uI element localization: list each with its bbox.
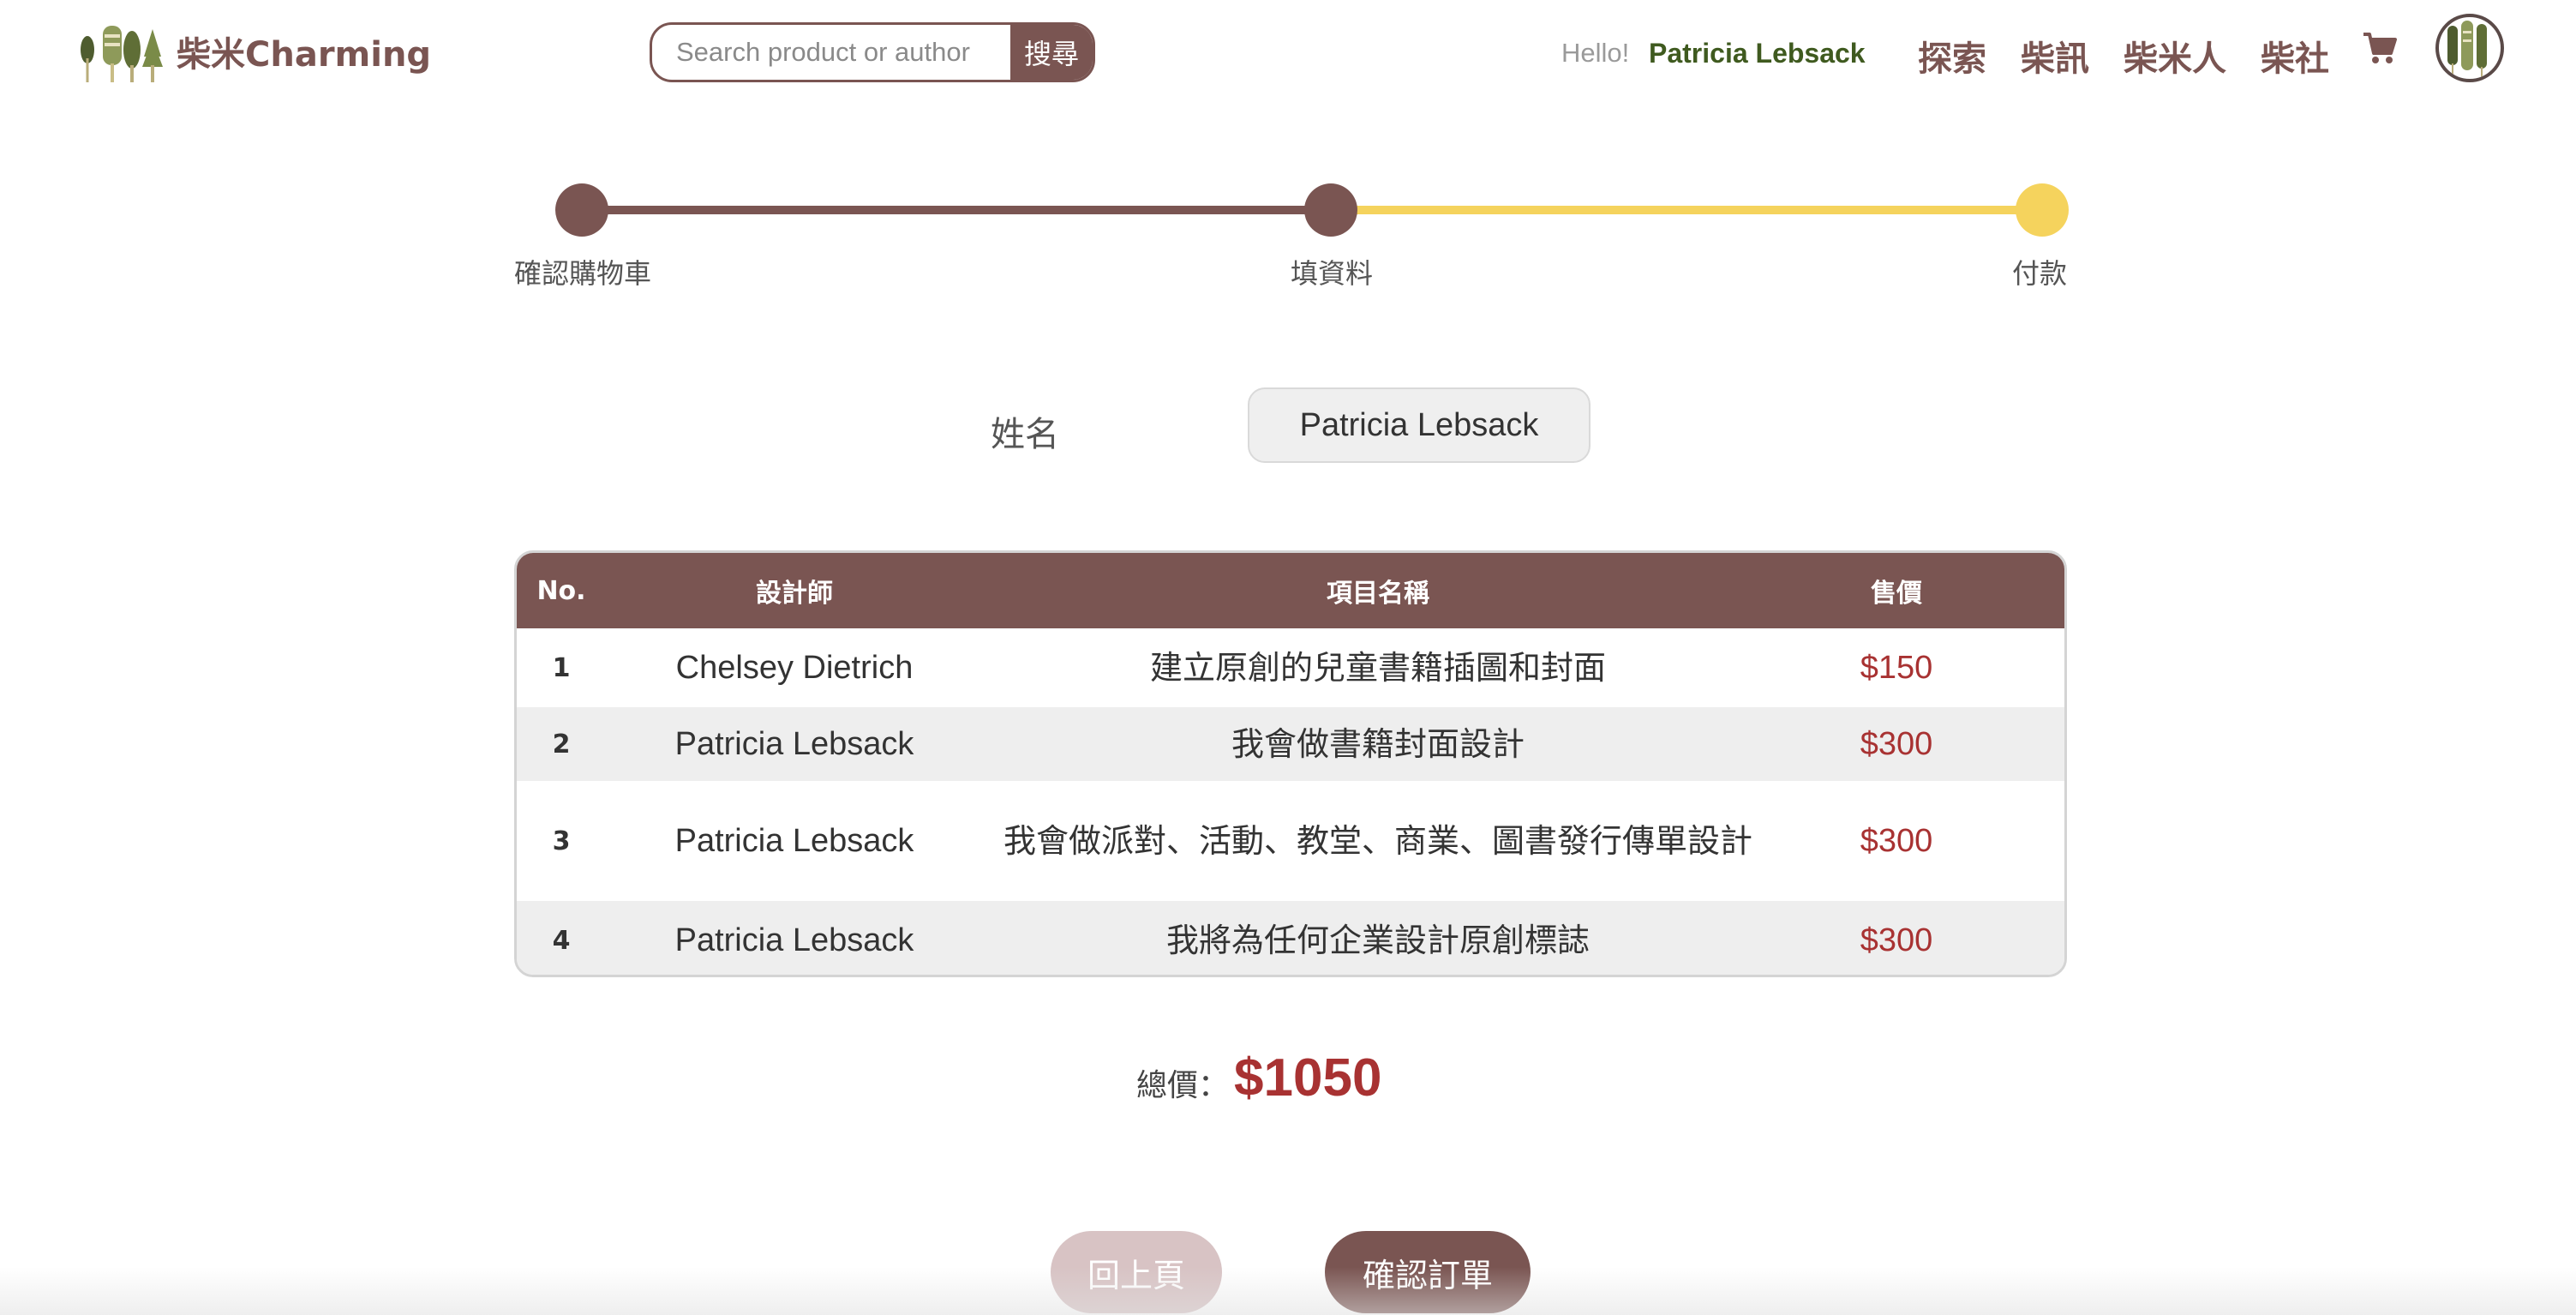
row-price: $300: [1860, 725, 1933, 762]
row-designer: Patricia Lebsack: [674, 822, 914, 859]
row-price: $150: [1860, 649, 1933, 686]
progress-line-complete: [566, 206, 1320, 214]
confirm-order-button[interactable]: 確認訂單: [1325, 1231, 1531, 1313]
row-number: 3: [552, 826, 571, 856]
column-header-price: 售價: [1871, 579, 1922, 609]
row-number: 2: [552, 729, 571, 760]
username-link[interactable]: Patricia Lebsack: [1649, 38, 1866, 69]
column-header-title: 項目名稱: [1327, 579, 1429, 609]
cart-icon[interactable]: [2362, 31, 2398, 65]
table-row: 3 Patricia Lebsack 我會做派對、活動、教堂、商業、圖書發行傳單…: [517, 781, 2064, 901]
checkout-progress: 確認購物車 填資料 付款: [514, 177, 2074, 297]
avatar-icon: [2447, 21, 2487, 77]
table-row: 1 Chelsey Dietrich 建立原創的兒童書籍插圖和封面 $150: [517, 628, 2064, 707]
step-dot-cart: [555, 183, 608, 237]
total-label: 總價：: [1136, 1068, 1230, 1103]
step-label-cart: 確認購物車: [514, 257, 652, 290]
row-designer: Chelsey Dietrich: [675, 649, 914, 686]
search-input[interactable]: [652, 25, 1010, 80]
greeting-text: Hello!: [1561, 38, 1630, 68]
progress-line-pending: [1320, 206, 2065, 214]
nav-news[interactable]: 柴訊: [2021, 31, 2089, 81]
step-label-info: 填資料: [1291, 257, 1374, 290]
row-price: $300: [1860, 922, 1933, 958]
step-dot-payment: [2016, 183, 2069, 237]
row-number: 1: [552, 652, 571, 683]
order-table: No. 設計師 項目名稱 售價 1 Chelsey Dietrich 建立原創的…: [514, 550, 2067, 977]
column-header-designer: 設計師: [756, 579, 833, 609]
search-bar: 搜尋: [650, 22, 1095, 82]
row-title: 我將為任何企業設計原創標誌: [1165, 922, 1590, 959]
order-total: 總價： $1050: [1136, 1048, 1381, 1108]
step-label-payment: 付款: [2012, 257, 2068, 290]
row-number: 4: [552, 925, 571, 956]
table-row: 4 Patricia Lebsack 我將為任何企業設計原創標誌 $300: [517, 901, 2064, 975]
row-title: 建立原創的兒童書籍插圖和封面: [1149, 649, 1606, 687]
top-navbar: 柴米Charming 搜尋 Hello! Patricia Lebsack 探索…: [0, 0, 2576, 103]
brand-logo[interactable]: 柴米Charming: [79, 19, 431, 84]
avatar[interactable]: [2435, 14, 2504, 82]
name-label: 姓名: [991, 415, 1059, 454]
search-button[interactable]: 搜尋: [1010, 25, 1093, 80]
window-bottom-edge: [0, 1267, 2576, 1315]
brand-name: 柴米Charming: [177, 35, 432, 75]
table-header: No. 設計師 項目名稱 售價: [517, 553, 2064, 628]
row-price: $300: [1860, 822, 1933, 859]
row-designer: Patricia Lebsack: [674, 922, 914, 958]
name-field[interactable]: Patricia Lebsack: [1248, 387, 1591, 463]
step-dot-info: [1304, 183, 1357, 237]
nav-people[interactable]: 柴米人: [2124, 31, 2226, 81]
back-button[interactable]: 回上頁: [1051, 1231, 1222, 1313]
nav-explore[interactable]: 探索: [1918, 31, 1986, 81]
row-designer: Patricia Lebsack: [674, 725, 914, 762]
row-title: 我會做派對、活動、教堂、商業、圖書發行傳單設計: [1003, 822, 1752, 860]
total-amount: $1050: [1234, 1048, 1382, 1108]
column-header-no: No.: [536, 575, 586, 606]
row-title: 我會做書籍封面設計: [1231, 725, 1525, 763]
nav-community[interactable]: 柴社: [2261, 31, 2329, 81]
tree-logo-icon: [81, 26, 163, 82]
table-row: 2 Patricia Lebsack 我會做書籍封面設計 $300: [517, 707, 2064, 781]
